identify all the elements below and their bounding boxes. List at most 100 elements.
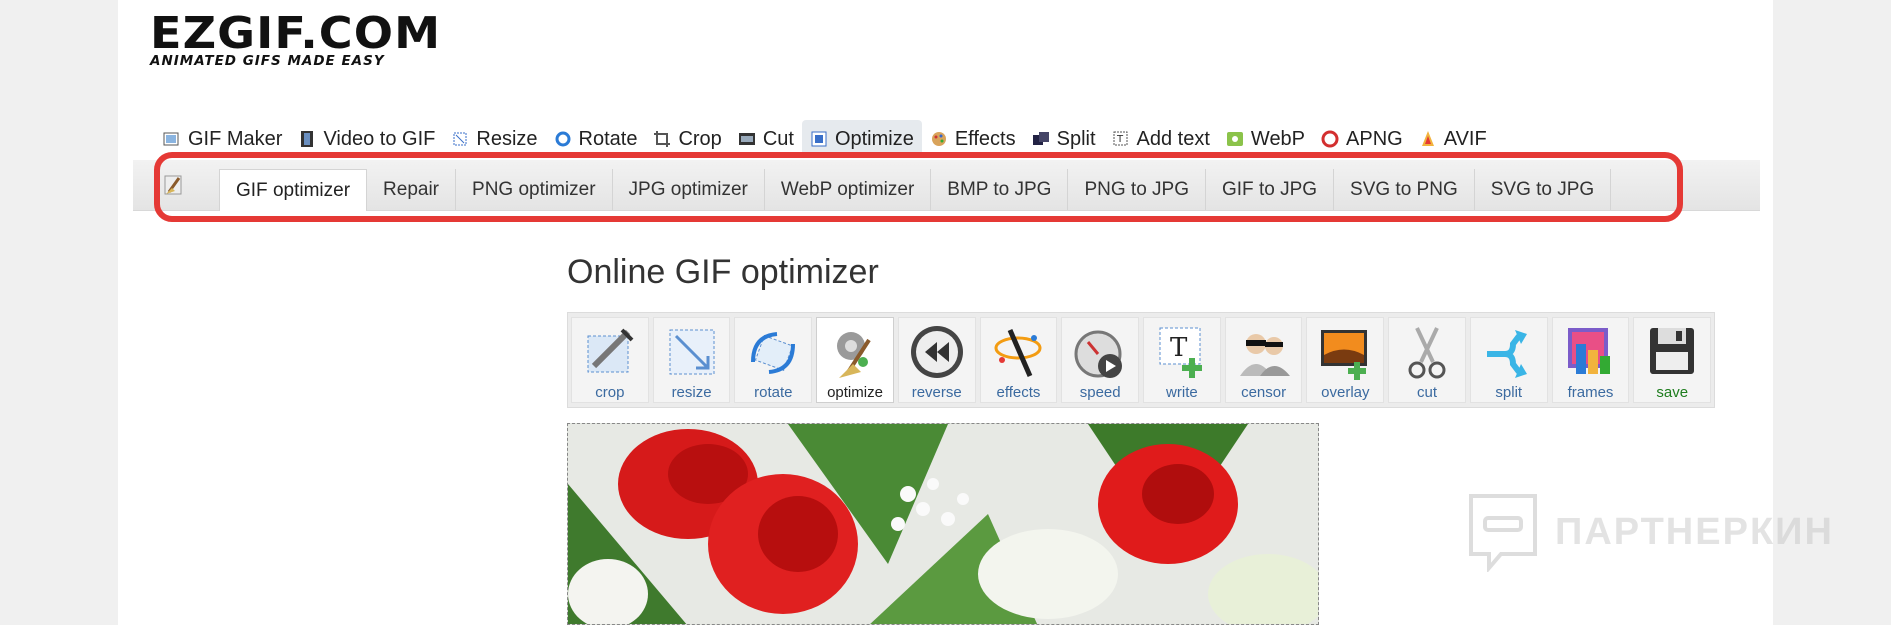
nav-label: Video to GIF bbox=[323, 127, 436, 150]
tool-frames[interactable]: frames bbox=[1551, 317, 1630, 403]
nav-label: Add text bbox=[1136, 127, 1210, 150]
tool-effects[interactable]: effects bbox=[979, 317, 1058, 403]
speed-tool-icon bbox=[1074, 330, 1123, 378]
resize-tool-icon bbox=[669, 329, 715, 375]
nav-optimize[interactable]: Optimize bbox=[801, 120, 922, 158]
nav-webp[interactable]: WebP bbox=[1218, 120, 1313, 158]
webp-icon bbox=[1226, 132, 1243, 146]
tool-optimize[interactable]: optimize bbox=[816, 317, 894, 403]
svg-text:T: T bbox=[1170, 333, 1188, 363]
tool-label: crop bbox=[595, 384, 625, 401]
subnav-bmp-to-jpg[interactable]: BMP to JPG bbox=[931, 169, 1069, 210]
crop-tool-icon bbox=[587, 328, 634, 373]
subnav-gif-to-jpg[interactable]: GIF to JPG bbox=[1206, 169, 1335, 210]
tool-speed[interactable]: speed bbox=[1061, 317, 1140, 403]
subnav-jpg-optimizer[interactable]: JPG optimizer bbox=[613, 169, 765, 210]
nav-label: APNG bbox=[1346, 127, 1403, 150]
avif-icon bbox=[1421, 131, 1434, 146]
write-tool-icon: T bbox=[1159, 327, 1202, 378]
subnav-svg-to-jpg[interactable]: SVG to JPG bbox=[1475, 169, 1612, 210]
split-icon bbox=[1032, 132, 1049, 145]
nav-rotate[interactable]: Rotate bbox=[546, 120, 646, 158]
sub-nav-tabs: GIF optimizer Repair PNG optimizer JPG o… bbox=[219, 169, 1612, 211]
tool-label: frames bbox=[1567, 384, 1614, 401]
tool-label: speed bbox=[1079, 384, 1121, 401]
tool-split[interactable]: split bbox=[1469, 317, 1548, 403]
cut-tool-icon bbox=[1408, 327, 1446, 379]
page-title: Online GIF optimizer bbox=[567, 253, 879, 291]
nav-add-text[interactable]: T Add text bbox=[1104, 120, 1218, 158]
nav-gif-maker[interactable]: GIF Maker bbox=[155, 120, 290, 158]
nav-label: Resize bbox=[476, 127, 538, 150]
nav-effects[interactable]: Effects bbox=[922, 120, 1024, 158]
cut-icon bbox=[738, 133, 755, 145]
tool-label: split bbox=[1495, 384, 1523, 401]
overlay-tool-icon bbox=[1321, 330, 1368, 380]
subnav-png-optimizer[interactable]: PNG optimizer bbox=[456, 169, 613, 210]
nav-apng[interactable]: APNG bbox=[1313, 120, 1411, 158]
nav-crop[interactable]: Crop bbox=[645, 120, 729, 158]
tool-label: overlay bbox=[1321, 384, 1370, 401]
split-tool-icon bbox=[1486, 330, 1527, 378]
tool-overlay[interactable]: overlay bbox=[1306, 317, 1385, 403]
subnav-webp-optimizer[interactable]: WebP optimizer bbox=[765, 169, 932, 210]
optimize-tool-icon bbox=[837, 332, 871, 378]
svg-text:T: T bbox=[1116, 134, 1124, 145]
tool-label: write bbox=[1166, 384, 1198, 401]
nav-label: AVIF bbox=[1443, 127, 1487, 150]
subnav-gif-optimizer[interactable]: GIF optimizer bbox=[219, 169, 368, 211]
optimize-icon bbox=[811, 131, 827, 147]
tool-label: optimize bbox=[827, 384, 883, 401]
watermark: ПАРТНЕРКИН bbox=[1467, 492, 1834, 572]
nav-avif[interactable]: AVIF bbox=[1411, 120, 1495, 158]
watermark-logo-icon bbox=[1469, 494, 1537, 572]
rotate-icon bbox=[555, 131, 571, 147]
add-text-icon: T bbox=[1113, 131, 1128, 146]
tool-label: censor bbox=[1241, 384, 1287, 401]
reverse-tool-icon bbox=[910, 326, 963, 378]
gif-maker-icon bbox=[163, 132, 179, 146]
main-nav: GIF Maker Video to GIF Resize Rotate Cro… bbox=[155, 120, 1495, 160]
tool-label: reverse bbox=[911, 384, 962, 401]
flower-image bbox=[568, 424, 1318, 624]
nav-cut[interactable]: Cut bbox=[730, 120, 802, 158]
tool-label: resize bbox=[671, 384, 712, 401]
tool-rotate[interactable]: rotate bbox=[734, 317, 813, 403]
nav-label: Effects bbox=[954, 127, 1016, 150]
nav-video-to-gif[interactable]: Video to GIF bbox=[290, 120, 443, 158]
effects-tool-icon bbox=[994, 329, 1042, 377]
logo-wordmark: EZGIF.COM bbox=[150, 8, 442, 59]
gif-preview-image bbox=[567, 423, 1319, 625]
tool-cut[interactable]: cut bbox=[1388, 317, 1466, 403]
crop-icon bbox=[654, 131, 671, 147]
frames-tool-icon bbox=[1568, 328, 1611, 374]
tool-crop[interactable]: crop bbox=[571, 317, 649, 403]
tool-save[interactable]: save bbox=[1633, 317, 1712, 403]
nav-split[interactable]: Split bbox=[1024, 120, 1104, 158]
effects-icon bbox=[931, 132, 946, 146]
nav-label: Split bbox=[1056, 127, 1096, 150]
save-tool-icon bbox=[1650, 328, 1695, 374]
nav-label: WebP bbox=[1250, 127, 1306, 150]
censor-tool-icon bbox=[1239, 334, 1290, 376]
tool-label: cut bbox=[1417, 384, 1438, 401]
tool-reverse[interactable]: reverse bbox=[897, 317, 976, 403]
nav-resize[interactable]: Resize bbox=[443, 120, 545, 158]
ezgif-logo[interactable]: EZGIF.COM ANIMATED GIFS MADE EASY bbox=[150, 12, 440, 70]
subnav-png-to-jpg[interactable]: PNG to JPG bbox=[1068, 169, 1206, 210]
tool-censor[interactable]: censor bbox=[1224, 317, 1303, 403]
tool-write[interactable]: T write bbox=[1143, 317, 1221, 403]
nav-label: Cut bbox=[762, 127, 794, 150]
nav-label: Optimize bbox=[834, 127, 914, 150]
rotate-tool-icon bbox=[751, 332, 796, 374]
apng-icon bbox=[1321, 130, 1339, 148]
subnav-svg-to-png[interactable]: SVG to PNG bbox=[1334, 169, 1475, 210]
tool-label: effects bbox=[996, 384, 1041, 401]
tool-resize[interactable]: resize bbox=[652, 317, 731, 403]
nav-label: Rotate bbox=[578, 127, 638, 150]
tool-label: save bbox=[1656, 384, 1689, 401]
nav-label: Crop bbox=[678, 127, 722, 150]
nav-label: GIF Maker bbox=[188, 127, 283, 150]
subnav-repair[interactable]: Repair bbox=[367, 169, 457, 210]
watermark-text: ПАРТНЕРКИН bbox=[1555, 510, 1834, 553]
